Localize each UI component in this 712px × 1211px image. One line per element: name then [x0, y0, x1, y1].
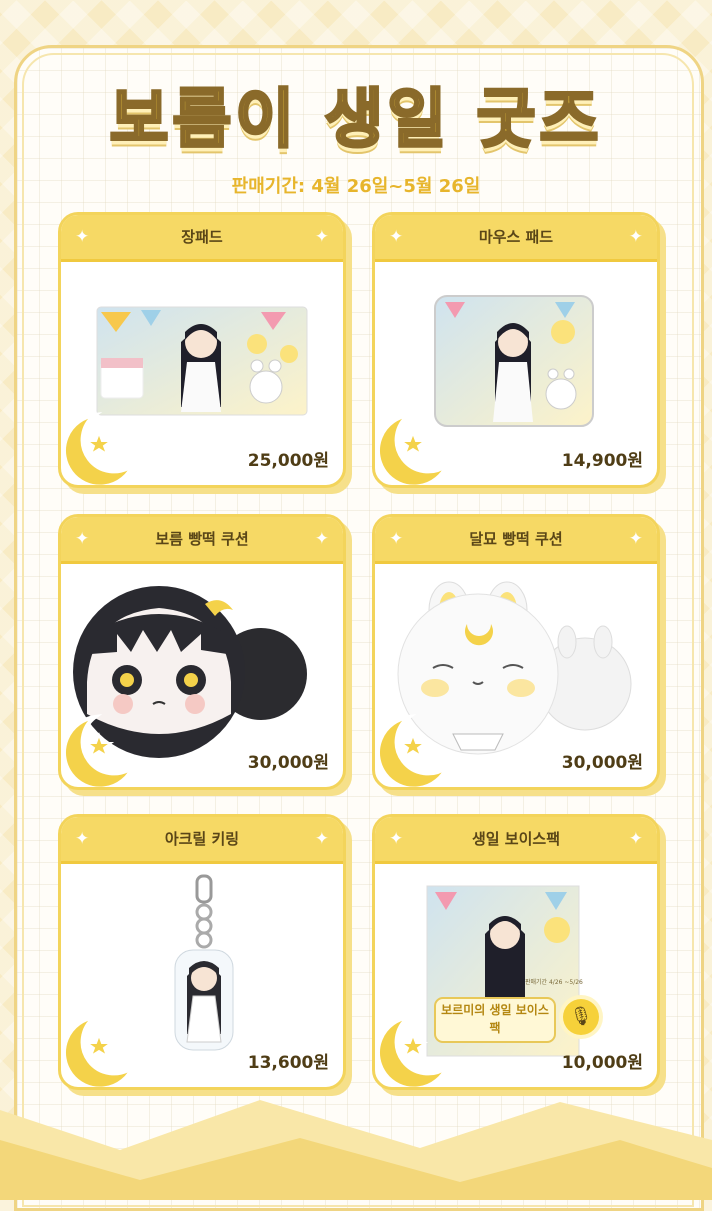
star-icon: [83, 430, 115, 457]
product-price: 14,900원: [561, 451, 643, 471]
crescent-moon-icon: [376, 713, 451, 787]
crescent-moon-icon: [376, 1013, 451, 1087]
sparkle-icon: ✦: [75, 227, 90, 247]
star-icon: [397, 430, 429, 457]
card-header: ✦ 마우스 패드 ✦: [375, 215, 657, 262]
product-card-boreum-cushion[interactable]: ✦ 보름 빵떡 쿠션 ✦ 30,000원: [58, 514, 346, 790]
product-card-mouse-pad[interactable]: ✦ 마우스 패드 ✦ 14,900원: [372, 212, 660, 488]
sparkle-icon: ✦: [628, 829, 643, 849]
star-icon: [83, 732, 115, 759]
card-header: ✦ 아크릴 키링 ✦: [61, 817, 343, 864]
product-price: 13,600원: [247, 1053, 329, 1073]
product-name: 아크릴 키링: [164, 830, 240, 848]
crescent-moon-icon: [62, 713, 137, 787]
product-price: 30,000원: [561, 753, 643, 773]
product-card-acrylic-keyring[interactable]: ✦ 아크릴 키링 ✦ 13,600원: [58, 814, 346, 1090]
sale-period: 판매기간: 4월 26일~5월 26일: [231, 176, 481, 197]
voice-pack-dates: 판매기간 4/26 ~5/26: [525, 979, 583, 986]
product-card-dalmyo-cushion[interactable]: ✦ 달묘 빵떡 쿠션 ✦ 30,000원: [372, 514, 660, 790]
product-name: 생일 보이스팩: [471, 830, 561, 848]
card-header: ✦ 장패드 ✦: [61, 215, 343, 262]
sparkle-icon: ✦: [389, 227, 404, 247]
product-name: 보름 빵떡 쿠션: [155, 530, 249, 548]
card-header: ✦ 달묘 빵떡 쿠션 ✦: [375, 517, 657, 564]
sparkle-icon: ✦: [628, 227, 643, 247]
product-price: 10,000원: [561, 1053, 643, 1073]
star-icon: [397, 732, 429, 759]
product-name: 마우스 패드: [478, 228, 554, 246]
sparkle-icon: ✦: [314, 829, 329, 849]
sparkle-icon: ✦: [389, 829, 404, 849]
voice-pack-badge: 보르미의 생일 보이스팩: [441, 1003, 549, 1035]
sparkle-icon: ✦: [314, 529, 329, 549]
sparkle-icon: ✦: [389, 529, 404, 549]
page-title: 보름이 생일 굿즈: [108, 83, 603, 157]
sparkle-icon: ✦: [75, 829, 90, 849]
card-header: ✦ 보름 빵떡 쿠션 ✦: [61, 517, 343, 564]
sparkle-icon: ✦: [75, 529, 90, 549]
product-card-desk-pad[interactable]: ✦ 장패드 ✦ 25,000원: [58, 212, 346, 488]
sparkle-icon: ✦: [314, 227, 329, 247]
microphone-icon[interactable]: 🎙: [563, 999, 599, 1035]
crescent-moon-icon: [376, 411, 451, 485]
crescent-moon-icon: [62, 411, 137, 485]
card-header: ✦ 생일 보이스팩 ✦: [375, 817, 657, 864]
star-icon: [397, 1032, 429, 1059]
star-icon: [83, 1032, 115, 1059]
product-price: 25,000원: [247, 451, 329, 471]
crescent-moon-icon: [62, 1013, 137, 1087]
product-name: 달묘 빵떡 쿠션: [469, 530, 563, 548]
product-name: 장패드: [181, 228, 223, 246]
product-card-voice-pack[interactable]: ✦ 생일 보이스팩 ✦ 보르미의 생일 보이스팩 판매기간 4/26 ~5/26…: [372, 814, 660, 1090]
bottom-wave-decoration: [0, 1100, 712, 1200]
product-price: 30,000원: [247, 753, 329, 773]
sparkle-icon: ✦: [628, 529, 643, 549]
